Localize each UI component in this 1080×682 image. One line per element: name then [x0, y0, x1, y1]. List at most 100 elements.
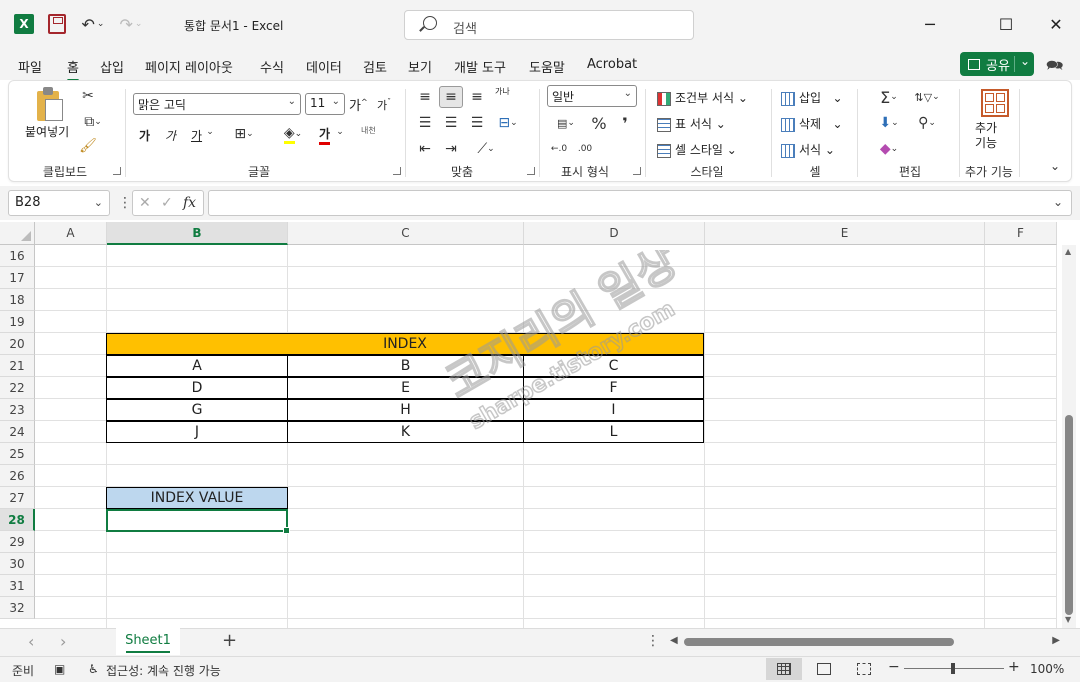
format-as-table-button[interactable]: 표 서식 ⌄ — [657, 115, 726, 132]
accessibility-icon[interactable]: ♿ — [88, 662, 99, 676]
alignment-launcher-icon[interactable] — [527, 167, 535, 175]
font-name-select[interactable]: 맑은 고딕 ⌄ — [133, 93, 301, 115]
row-header-21[interactable]: 21 — [0, 355, 35, 377]
format-painter-icon[interactable]: 🖌 — [79, 137, 97, 155]
align-left-icon[interactable]: ☰ — [415, 113, 435, 133]
zoom-slider-handle[interactable] — [951, 663, 955, 674]
scroll-right-icon[interactable]: ▶ — [1052, 635, 1060, 646]
tab-formulas[interactable]: 수식 — [260, 57, 284, 76]
table-cell[interactable]: G — [106, 399, 288, 421]
merge-center-icon[interactable]: ⊟ ⌄ — [493, 113, 523, 133]
insert-cells-button[interactable]: 삽입 ⌄ — [781, 89, 843, 106]
chevron-down-icon[interactable]: ⌄ — [1020, 54, 1030, 68]
zoom-in-button[interactable]: + — [1008, 659, 1020, 675]
delete-cells-button[interactable]: 삭제 ⌄ — [781, 115, 843, 132]
row-header-26[interactable]: 26 — [0, 465, 35, 487]
row-header-16[interactable]: 16 — [0, 245, 35, 267]
row-header-23[interactable]: 23 — [0, 399, 35, 421]
increase-indent-icon[interactable]: ⇥ — [441, 139, 461, 159]
font-size-select[interactable]: 11 ⌄ — [305, 93, 345, 115]
table-cell[interactable]: E — [287, 377, 524, 399]
normal-view-button[interactable] — [766, 658, 802, 680]
column-header-d[interactable]: D — [524, 222, 705, 245]
minimize-button[interactable]: ─ — [920, 14, 940, 34]
close-button[interactable]: ✕ — [1046, 14, 1066, 34]
table-cell[interactable]: I — [523, 399, 704, 421]
table-cell[interactable]: D — [106, 377, 288, 399]
fill-color-icon[interactable]: ◈ ⌄ — [277, 125, 309, 144]
tab-page-layout[interactable]: 페이지 레이아웃 — [145, 57, 233, 76]
table-cell[interactable]: C — [523, 355, 704, 377]
name-box[interactable]: B28 ⌄ — [8, 190, 110, 216]
decrease-decimal-icon[interactable]: .00 — [575, 139, 595, 159]
page-layout-view-button[interactable] — [806, 658, 842, 680]
search-box[interactable]: 검색 — [404, 10, 694, 40]
redo-icon[interactable]: ↷ ⌄ — [116, 14, 146, 34]
tab-review[interactable]: 검토 — [363, 57, 387, 76]
find-select-icon[interactable]: ⚲ ⌄ — [909, 113, 945, 133]
increase-decimal-icon[interactable]: ←.0 — [549, 139, 569, 159]
table-cell[interactable]: A — [106, 355, 288, 377]
font-shrink-button[interactable]: 가ˇ — [377, 97, 391, 113]
number-launcher-icon[interactable] — [633, 167, 641, 175]
clipboard-launcher-icon[interactable] — [113, 167, 121, 175]
fill-icon[interactable]: ⬇ ⌄ — [871, 113, 907, 133]
accessibility-status[interactable]: 접근성: 계속 진행 가능 — [106, 662, 221, 679]
save-icon[interactable] — [48, 14, 66, 34]
add-ins-button[interactable]: 추가 기능 — [975, 121, 997, 151]
paste-button-label[interactable]: 붙여넣기 — [25, 123, 69, 140]
sheet-tab-sheet1[interactable]: Sheet1 — [116, 628, 180, 655]
scroll-down-icon[interactable]: ▼ — [1065, 615, 1071, 624]
font-color-button[interactable]: 가 — [319, 125, 331, 145]
autosum-icon[interactable]: Σ ⌄ — [871, 87, 907, 107]
row-header-25[interactable]: 25 — [0, 443, 35, 465]
more-options-icon[interactable]: ⋮ — [118, 195, 132, 211]
maximize-button[interactable]: ☐ — [996, 14, 1016, 34]
align-middle-icon[interactable]: ≡ — [439, 86, 463, 108]
table-cell[interactable]: L — [523, 421, 704, 443]
wrap-text-button[interactable]: 가나 — [495, 87, 510, 96]
tab-home[interactable]: 홈 — [67, 57, 79, 82]
accounting-format-icon[interactable]: ▤ ⌄ — [549, 113, 583, 133]
zoom-level[interactable]: 100% — [1030, 662, 1064, 676]
zoom-out-button[interactable]: − — [888, 659, 900, 675]
horizontal-scroll-thumb[interactable] — [684, 638, 954, 646]
add-sheet-icon[interactable]: + — [222, 630, 237, 651]
bold-button[interactable]: 가 — [139, 127, 150, 144]
table-cell[interactable]: H — [287, 399, 524, 421]
share-button[interactable]: 공유 ⌄ — [960, 52, 1034, 76]
table-cell[interactable]: B — [287, 355, 524, 377]
row-header-27[interactable]: 27 — [0, 487, 35, 509]
table-cell[interactable]: F — [523, 377, 704, 399]
row-header-28[interactable]: 28 — [0, 509, 35, 531]
row-header-20[interactable]: 20 — [0, 333, 35, 355]
row-header-31[interactable]: 31 — [0, 575, 35, 597]
align-top-icon[interactable]: ≡ — [415, 87, 435, 107]
next-sheet-icon[interactable]: › — [60, 632, 66, 651]
formula-input[interactable]: ⌄ — [208, 190, 1072, 216]
paste-icon[interactable] — [33, 87, 67, 125]
row-header-24[interactable]: 24 — [0, 421, 35, 443]
font-grow-button[interactable]: 가^ — [349, 95, 368, 114]
sort-filter-icon[interactable]: ⇅▽ ⌄ — [909, 87, 945, 107]
tab-data[interactable]: 데이터 — [306, 57, 342, 76]
select-all-button[interactable] — [0, 222, 35, 245]
index-table-header[interactable]: INDEX — [106, 333, 704, 355]
enter-icon[interactable]: ✓ — [161, 195, 173, 211]
prev-sheet-icon[interactable]: ‹ — [28, 632, 34, 651]
expand-formula-bar-icon[interactable]: ⌄ — [1053, 195, 1063, 209]
tab-insert[interactable]: 삽입 — [100, 57, 124, 76]
index-value-header[interactable]: INDEX VALUE — [106, 487, 288, 509]
undo-icon[interactable]: ↶ ⌄ — [78, 14, 108, 34]
horizontal-scrollbar[interactable]: ◀ ▶ — [670, 634, 1060, 650]
comments-icon[interactable]: 🗪 — [1046, 55, 1064, 74]
tab-file[interactable]: 파일 — [18, 57, 42, 76]
row-header-32[interactable]: 32 — [0, 597, 35, 619]
macro-record-icon[interactable]: ▣ — [54, 662, 65, 676]
vertical-scroll-thumb[interactable] — [1065, 415, 1073, 615]
cancel-icon[interactable]: ✕ — [139, 195, 151, 211]
copy-icon[interactable]: ⧉ ⌄ — [79, 113, 107, 131]
row-header-18[interactable]: 18 — [0, 289, 35, 311]
borders-icon[interactable]: ⊞ ⌄ — [229, 125, 259, 143]
tab-view[interactable]: 보기 — [408, 57, 432, 76]
